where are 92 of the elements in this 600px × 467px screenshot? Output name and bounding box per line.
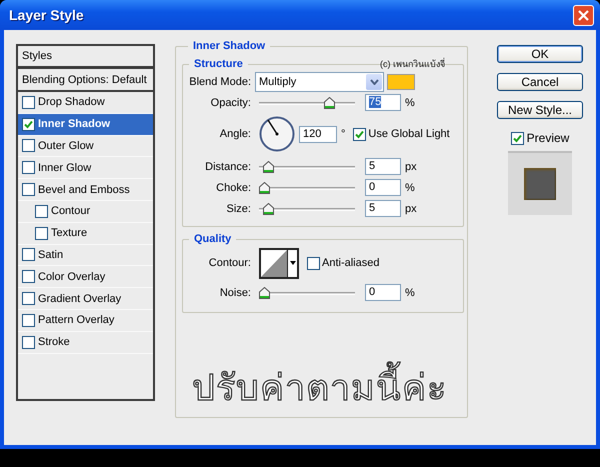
- checkbox[interactable]: [22, 248, 35, 262]
- style-label: Satin: [38, 248, 64, 261]
- style-item[interactable]: Stroke: [18, 332, 153, 354]
- slider-track[interactable]: [259, 180, 355, 194]
- preview-square: [524, 168, 556, 200]
- field-label: Size:: [226, 202, 252, 214]
- group-title: Inner Shadow: [192, 40, 266, 52]
- checkbox[interactable]: [35, 226, 48, 240]
- close-icon[interactable]: [578, 10, 589, 20]
- style-label: Contour: [51, 205, 90, 218]
- number-field[interactable]: 5: [365, 158, 401, 175]
- checkbox[interactable]: [22, 314, 35, 327]
- slider-thumb[interactable]: [259, 286, 270, 298]
- slider-thumb[interactable]: [263, 202, 274, 214]
- field-label: Distance:: [204, 160, 252, 172]
- style-label: Pattern Overlay: [38, 314, 114, 326]
- unit-label: px: [405, 160, 417, 172]
- style-label: Bevel and Emboss: [38, 184, 130, 196]
- style-item[interactable]: Inner Glow: [18, 157, 153, 180]
- checkbox[interactable]: [22, 336, 35, 349]
- checkbox[interactable]: [22, 161, 35, 174]
- option-label: Anti-aliased: [322, 257, 380, 269]
- slider-track[interactable]: [259, 286, 355, 300]
- number-field[interactable]: 0: [365, 284, 401, 301]
- field-label: Angle:: [218, 128, 252, 140]
- slider-thumb[interactable]: [259, 182, 270, 194]
- checkbox[interactable]: [22, 139, 35, 152]
- annotation-text: ปรับค่าตามนี้ค่ะ: [192, 359, 464, 416]
- style-label: Gradient Overlay: [38, 292, 122, 305]
- color-swatch[interactable]: [387, 74, 415, 90]
- close-button[interactable]: [573, 4, 594, 26]
- style-label: Outer Glow: [38, 140, 94, 152]
- number-field[interactable]: 75: [365, 94, 401, 111]
- field-label: Noise:: [218, 286, 252, 298]
- style-item[interactable]: Color Overlay: [18, 266, 153, 288]
- dropdown-value: Multiply: [259, 76, 296, 88]
- selected-value: 75: [369, 96, 382, 108]
- blending-options-item[interactable]: Blending Options: Default: [18, 69, 153, 92]
- unit-label: %: [405, 182, 415, 194]
- number-field[interactable]: 0: [365, 179, 401, 196]
- checkbox[interactable]: [22, 292, 35, 306]
- style-label: Inner Shadow: [38, 118, 110, 130]
- group-title: Quality: [193, 233, 232, 245]
- slider-thumb[interactable]: [263, 160, 274, 172]
- dialog-button[interactable]: OK: [497, 45, 583, 63]
- style-label: Drop Shadow: [38, 96, 105, 108]
- window-title: Layer Style: [9, 7, 84, 23]
- style-label: Texture: [51, 227, 88, 240]
- checkbox[interactable]: [22, 118, 35, 131]
- field-label: Blend Mode:: [188, 76, 252, 88]
- style-item[interactable]: Satin: [18, 244, 153, 266]
- caret-icon[interactable]: [290, 261, 296, 265]
- group-title: Structure: [193, 58, 244, 70]
- style-item[interactable]: Texture: [18, 222, 153, 245]
- checkbox[interactable]: [35, 204, 48, 218]
- field-label: Contour:: [208, 257, 252, 269]
- angle-field[interactable]: 120: [299, 126, 337, 142]
- unit-label: %: [405, 286, 415, 298]
- option-label: Use Global Light: [368, 128, 450, 140]
- checkbox[interactable]: [510, 132, 524, 144]
- style-label: Color Overlay: [38, 270, 106, 283]
- style-item[interactable]: Gradient Overlay: [18, 288, 153, 310]
- angle-dial[interactable]: [259, 116, 295, 152]
- style-item[interactable]: Outer Glow: [18, 136, 153, 158]
- list-header: Styles: [18, 46, 153, 69]
- checkbox[interactable]: [22, 183, 35, 196]
- field-label: Opacity:: [210, 96, 252, 108]
- style-label: Inner Glow: [38, 162, 92, 174]
- slider-thumb[interactable]: [324, 96, 336, 108]
- style-item[interactable]: Contour: [18, 200, 153, 223]
- credit-text: (c) เพนกวินแบ้งจี่: [380, 57, 445, 71]
- slider-track[interactable]: [259, 96, 355, 110]
- degree-sign: °: [341, 128, 346, 140]
- style-label: Stroke: [38, 336, 70, 348]
- number-field[interactable]: 5: [365, 200, 401, 217]
- blend-mode-dropdown[interactable]: Multiply: [255, 72, 384, 92]
- style-item[interactable]: Inner Shadow: [18, 114, 153, 136]
- unit-label: px: [405, 202, 417, 214]
- checkbox[interactable]: [22, 270, 35, 284]
- checkbox[interactable]: [307, 256, 320, 270]
- checkbox[interactable]: [22, 96, 35, 109]
- dialog-button[interactable]: Cancel: [497, 73, 583, 91]
- checkbox[interactable]: [353, 128, 366, 140]
- style-item[interactable]: Pattern Overlay: [18, 310, 153, 332]
- dialog-button[interactable]: New Style...: [497, 101, 583, 119]
- slider-track[interactable]: [259, 202, 355, 216]
- style-item[interactable]: Bevel and Emboss: [18, 179, 153, 201]
- preview-label: Preview: [526, 131, 570, 145]
- unit-label: %: [405, 96, 415, 108]
- field-label: Choke:: [215, 182, 252, 194]
- slider-track[interactable]: [259, 160, 355, 174]
- contour-picker[interactable]: [259, 248, 299, 278]
